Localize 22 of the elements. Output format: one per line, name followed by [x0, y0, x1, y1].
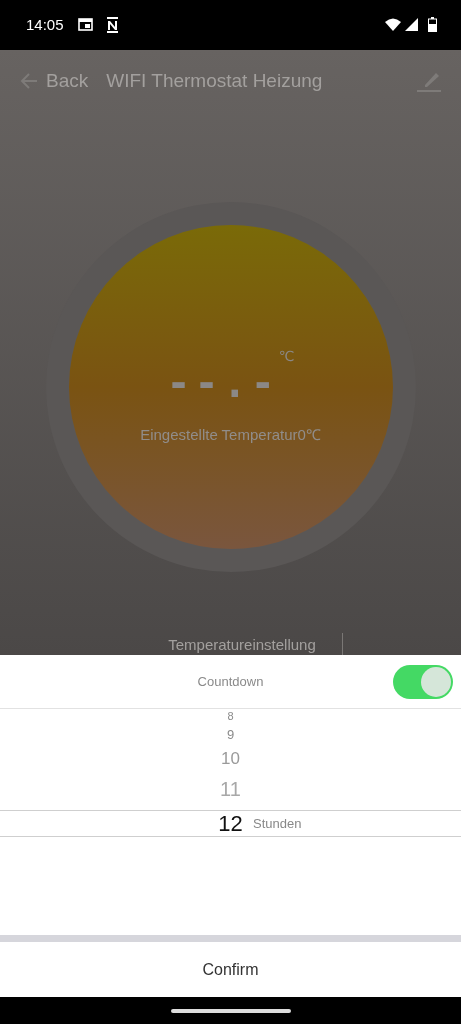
picker-option[interactable]: 9 [0, 723, 461, 746]
picker-option[interactable]: 10 [0, 745, 461, 772]
countdown-toggle[interactable] [393, 665, 453, 700]
page-title: WIFI Thermostat Heizung [106, 69, 324, 92]
picker-option[interactable]: 8 [0, 709, 461, 724]
wifi-icon [385, 18, 401, 32]
status-time: 14:05 [26, 16, 64, 34]
battery-icon [428, 17, 437, 33]
picker-option[interactable]: 11 [0, 771, 461, 808]
signal-icon [405, 18, 418, 32]
home-indicator[interactable] [170, 1008, 291, 1013]
section-tab[interactable]: Temperatureinstellung [168, 636, 316, 656]
set-temperature-label: Eingestellte Temperatur0℃ [140, 424, 321, 444]
temperature-reading: --.- [166, 359, 279, 406]
notification-icon [106, 16, 118, 33]
back-button[interactable]: Back [20, 69, 89, 92]
temperature-unit: ℃ [278, 347, 295, 364]
picker-unit: Stunden [253, 816, 302, 832]
sheet-title: Countdown [197, 674, 264, 690]
picker-selection[interactable]: 12 Stunden [0, 810, 461, 838]
calendar-icon [77, 18, 93, 32]
back-arrow-icon [20, 71, 38, 90]
